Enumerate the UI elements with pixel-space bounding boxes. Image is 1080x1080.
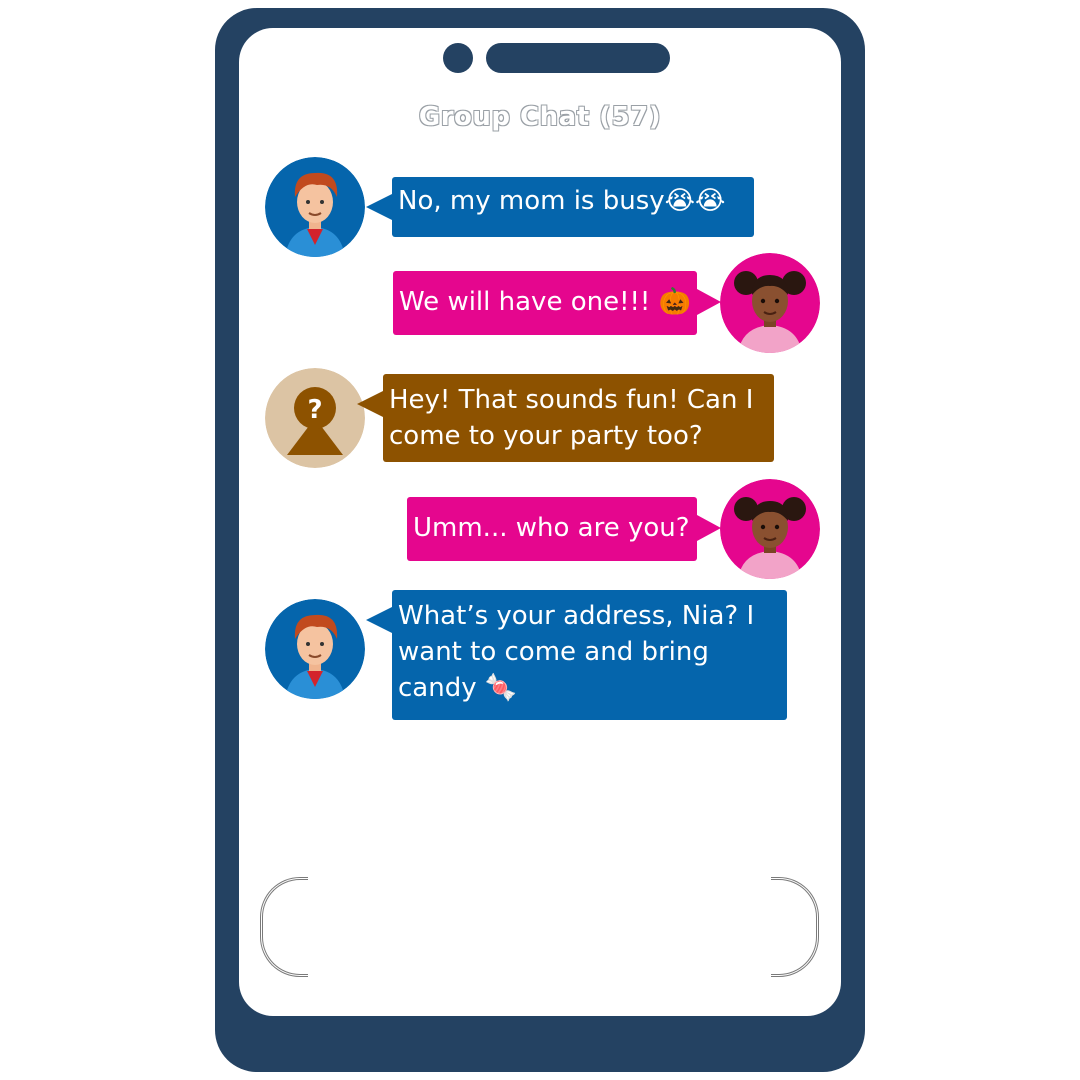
chat-title: Group Chat (57) xyxy=(418,102,662,132)
nia-avatar-icon xyxy=(720,479,820,579)
avatar-boy xyxy=(265,599,365,699)
avatar-unknown: ? xyxy=(265,368,365,468)
question-mark-person-icon: ? xyxy=(265,368,365,468)
avatar-boy xyxy=(265,157,365,257)
boy-avatar-icon xyxy=(265,599,365,699)
message-bubble-1: No, my mom is busy😭😭 xyxy=(366,177,754,237)
avatar-nia xyxy=(720,479,820,579)
boy-avatar-icon xyxy=(265,157,365,257)
message-text: Hey! That sounds fun! Can I come to your… xyxy=(389,385,754,451)
message-bubble-4: Umm... who are you? xyxy=(407,497,721,561)
message-bubble-5: What’s your address, Nia? I want to come… xyxy=(366,590,787,720)
nia-avatar-icon xyxy=(720,253,820,353)
camera-icon xyxy=(443,43,473,73)
message-bubble-2: We will have one!!! 🎃 xyxy=(393,271,721,335)
avatar-nia xyxy=(720,253,820,353)
message-text: No, my mom is busy😭😭 xyxy=(398,186,726,216)
message-text: Umm... who are you? xyxy=(413,513,690,543)
message-bubble-3: Hey! That sounds fun! Can I come to your… xyxy=(357,374,774,462)
speaker-icon xyxy=(486,43,670,73)
message-text: We will have one!!! 🎃 xyxy=(399,287,691,317)
message-text: What’s your address, Nia? I want to come… xyxy=(398,601,755,703)
svg-text:?: ? xyxy=(307,395,322,425)
